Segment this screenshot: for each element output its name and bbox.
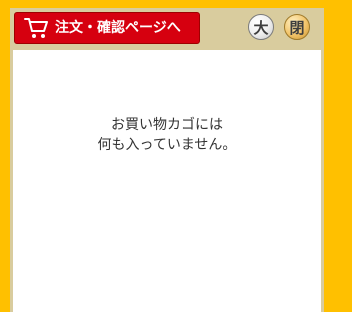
empty-cart-message-line-1: お買い物カゴには xyxy=(111,117,223,133)
cart-header: 注文・確認ページへ 大 閉 xyxy=(10,8,324,50)
cart-panel: 注文・確認ページへ 大 閉 お買い物カゴには 何も入っていません。 xyxy=(10,8,324,312)
empty-cart-message-line-2: 何も入っていません。 xyxy=(97,137,237,153)
large-text-button-label: 大 xyxy=(253,18,269,37)
close-button-label: 閉 xyxy=(289,18,305,37)
cart-icon xyxy=(24,18,48,38)
cart-content: お買い物カゴには 何も入っていません。 xyxy=(13,50,321,312)
order-confirm-button[interactable]: 注文・確認ページへ xyxy=(14,12,200,44)
close-button[interactable]: 閉 xyxy=(284,14,310,40)
order-confirm-button-label: 注文・確認ページへ xyxy=(55,20,181,36)
large-text-button[interactable]: 大 xyxy=(248,14,274,40)
empty-cart-message: お買い物カゴには 何も入っていません。 xyxy=(13,115,321,155)
